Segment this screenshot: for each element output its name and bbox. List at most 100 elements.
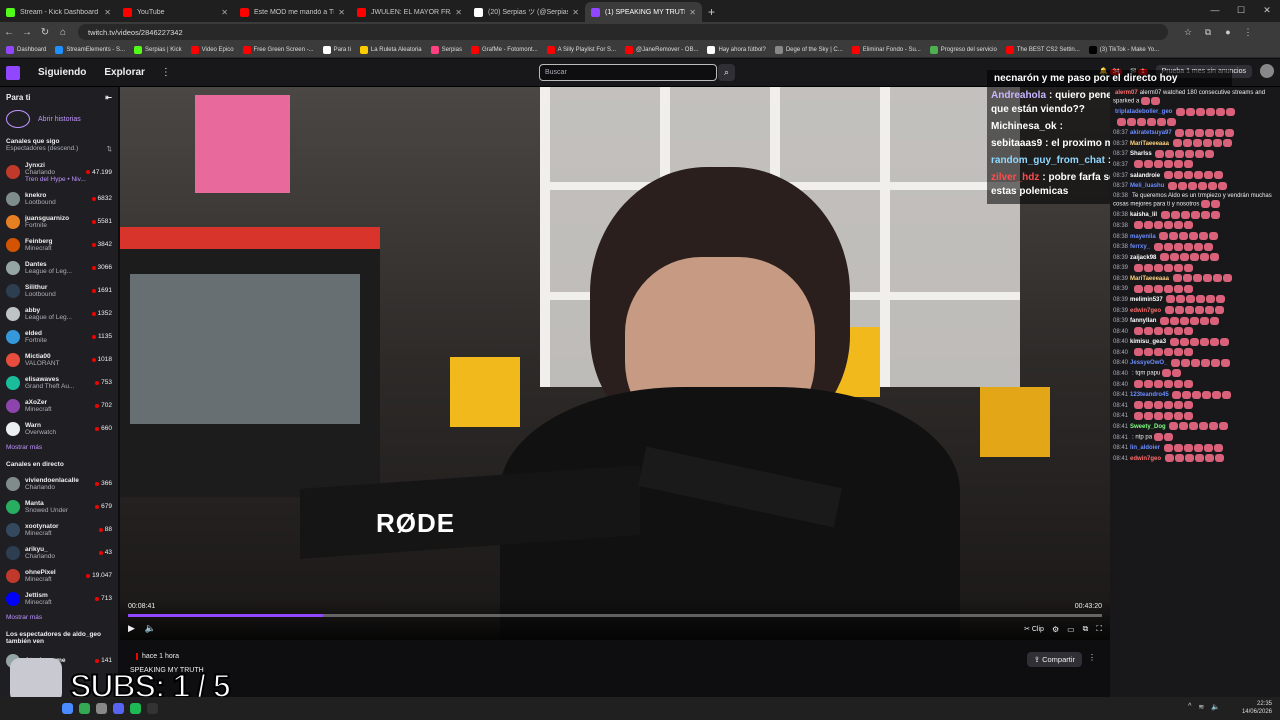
sidebar-channel[interactable]: viviendoenlacalle Charlando 366 <box>0 472 118 495</box>
bookmark-item[interactable]: The BEST CS2 Settin... <box>1005 45 1080 54</box>
sidebar-channel[interactable]: knekro Lootbound 6832 <box>0 187 118 210</box>
chat-username[interactable]: JessyeOwO_ <box>1130 360 1167 366</box>
chat-username[interactable]: Sharlss <box>1130 151 1152 157</box>
chat-username[interactable]: Meli_luashu <box>1130 183 1164 189</box>
bookmark-item[interactable]: Eliminar Fondo - Su... <box>851 45 921 54</box>
seek-bar[interactable] <box>128 614 1102 617</box>
file-explorer-icon[interactable] <box>62 703 73 714</box>
chat-username[interactable]: kaisha_lil <box>1130 212 1157 218</box>
app-icon[interactable] <box>96 703 107 714</box>
twitch-logo-icon[interactable] <box>6 65 20 80</box>
video-player[interactable]: RØDE 00:08:41 00:43:20 ▶ 🔈 ✂ Clip ⚙ ▭ ⧉ … <box>120 87 1110 640</box>
url-input[interactable]: twitch.tv/videos/2846227342 <box>78 24 1168 40</box>
chat-username[interactable]: fannyllan <box>1130 318 1156 324</box>
bookmark-item[interactable]: Video Epico <box>190 45 234 54</box>
tab-close-icon[interactable]: ✕ <box>104 8 111 17</box>
search-input[interactable]: Buscar <box>539 64 717 81</box>
sidebar-channel[interactable]: Jynxzi Charlando Tren del Hype • Niv... 47… <box>0 157 118 187</box>
profile-icon[interactable]: ● <box>1218 27 1238 38</box>
chat-username[interactable]: MariTaeeeaaa <box>1130 141 1169 147</box>
sidebar-channel[interactable]: Manta Snowed Under 679 <box>0 495 118 518</box>
tray-chevron-icon[interactable]: ^ <box>1188 703 1191 711</box>
sidebar-channel[interactable]: Feinberg Minecraft 3842 <box>0 233 118 256</box>
spotify-icon[interactable] <box>130 703 141 714</box>
forward-icon[interactable]: → <box>18 27 36 38</box>
sidebar-channel[interactable]: abby League of Leg... 1352 <box>0 302 118 325</box>
browser-tab[interactable]: YouTube ✕ <box>117 2 234 22</box>
chat-username[interactable]: lin_aldoier <box>1130 445 1160 451</box>
reload-icon[interactable]: ↻ <box>36 27 54 38</box>
sidebar-channel[interactable]: ohnePixel Minecraft 19.047 <box>0 564 118 587</box>
tab-close-icon[interactable]: ✕ <box>455 8 462 17</box>
sidebar-channel[interactable]: arikyu_ Charlando 43 <box>0 541 118 564</box>
tab-close-icon[interactable]: ✕ <box>572 8 579 17</box>
bookmark-item[interactable]: Dege of the Sky | C... <box>774 45 843 54</box>
bookmark-item[interactable]: Para ti <box>322 45 351 54</box>
fullscreen-icon[interactable]: ⛶ <box>1096 624 1102 634</box>
extensions-icon[interactable]: ⧉ <box>1198 27 1218 38</box>
chat-username[interactable]: zaijack98 <box>1130 255 1156 261</box>
chat-username[interactable]: Sweety_Dog <box>1130 424 1166 430</box>
pip-icon[interactable]: ⧉ <box>1083 624 1089 634</box>
bookmark-item[interactable]: La Ruleta Aleatoria <box>359 45 422 54</box>
nav-more-icon[interactable]: ⋮ <box>161 67 171 78</box>
chat-username[interactable]: akiratetsuya97 <box>1130 130 1172 136</box>
sidebar-channel[interactable]: Warn Overwatch 660 <box>0 417 118 440</box>
chrome-icon[interactable] <box>79 703 90 714</box>
chat-username[interactable]: salandroie <box>1130 173 1160 179</box>
bookmark-item[interactable]: StreamElements - S... <box>55 45 125 54</box>
minimize-icon[interactable]: — <box>1202 0 1228 20</box>
sidebar-channel[interactable]: Silithur Lootbound 1691 <box>0 279 118 302</box>
chat-username[interactable]: edwin7geo <box>1130 308 1161 314</box>
tab-close-icon[interactable]: ✕ <box>221 8 228 17</box>
obs-icon[interactable] <box>147 703 158 714</box>
tab-close-icon[interactable]: ✕ <box>689 8 696 17</box>
sidebar-channel[interactable]: juansguarnizo Fortnite 5581 <box>0 210 118 233</box>
chat-username[interactable]: melimin537 <box>1130 297 1163 303</box>
nav-following[interactable]: Siguiendo <box>38 67 86 78</box>
user-avatar[interactable] <box>1260 64 1274 78</box>
bookmark-item[interactable]: @JaneRemover - OB... <box>625 45 698 54</box>
bookmark-star-icon[interactable]: ☆ <box>1178 27 1198 38</box>
bookmark-item[interactable]: Free Green Screen -... <box>242 45 314 54</box>
open-history-button[interactable]: Abrir historias <box>0 106 118 132</box>
play-icon[interactable]: ▶ <box>128 623 135 634</box>
bookmark-item[interactable]: Hay ahora fútbol? <box>707 45 766 54</box>
bookmark-item[interactable]: Dashboard <box>6 45 46 54</box>
clock[interactable]: 22:35 14/06/2026 <box>1242 700 1272 716</box>
bookmark-item[interactable]: (3) TikTok - Make Yo... <box>1088 45 1159 54</box>
bookmark-item[interactable]: GrafMe - Fotomont... <box>470 45 538 54</box>
share-button[interactable]: ⇪ Compartir <box>1026 652 1082 667</box>
sidebar-channel[interactable]: elded Fortnite 1135 <box>0 325 118 348</box>
theatre-mode-icon[interactable]: ▭ <box>1067 625 1075 634</box>
chat-username[interactable]: edwin7geo <box>1130 456 1161 462</box>
speaker-icon[interactable]: 🔈 <box>1211 703 1220 711</box>
menu-icon[interactable]: ⋮ <box>1238 27 1258 38</box>
chat-username[interactable]: mayenila <box>1130 234 1156 240</box>
show-more-live[interactable]: Mostrar más <box>0 610 118 625</box>
back-icon[interactable]: ← <box>0 27 18 38</box>
search-icon[interactable]: ⌕ <box>718 64 735 81</box>
chat-username[interactable]: triplatadeboller_geo <box>1115 109 1172 115</box>
sidebar-channel[interactable]: xootynator Minecraft 88 <box>0 518 118 541</box>
volume-icon[interactable]: 🔈 <box>145 623 156 634</box>
sidebar-channel[interactable]: Jettism Minecraft 713 <box>0 587 118 610</box>
video-more-icon[interactable]: ⋮ <box>1088 653 1096 662</box>
close-window-icon[interactable]: ✕ <box>1254 0 1280 20</box>
settings-gear-icon[interactable]: ⚙ <box>1052 625 1059 634</box>
collapse-sidebar-icon[interactable]: ⇤ <box>105 93 112 102</box>
bookmark-item[interactable]: A Silly Playlist For S... <box>546 45 616 54</box>
bookmark-item[interactable]: Serpias | Kick <box>134 45 182 54</box>
chat-username[interactable]: ferrxy_ <box>1130 244 1150 250</box>
clip-button[interactable]: ✂ Clip <box>1024 625 1044 633</box>
sidebar-channel[interactable]: aXoZer Minecraft 702 <box>0 394 118 417</box>
browser-tab[interactable]: (1) SPEAKING MY TRUTH - ✕ <box>585 2 702 22</box>
tab-close-icon[interactable]: ✕ <box>338 8 345 17</box>
browser-tab[interactable]: (20) Serpias ツ (@Serpias) / X ✕ <box>468 2 585 22</box>
nav-browse[interactable]: Explorar <box>104 67 145 78</box>
wifi-icon[interactable]: ≋ <box>1198 703 1204 711</box>
chat-username[interactable]: MariTaeeeaaa <box>1130 276 1169 282</box>
discord-icon[interactable] <box>113 703 124 714</box>
sidebar-channel[interactable]: Dantes League of Leg... 3066 <box>0 256 118 279</box>
show-more-followed[interactable]: Mostrar más <box>0 440 118 455</box>
